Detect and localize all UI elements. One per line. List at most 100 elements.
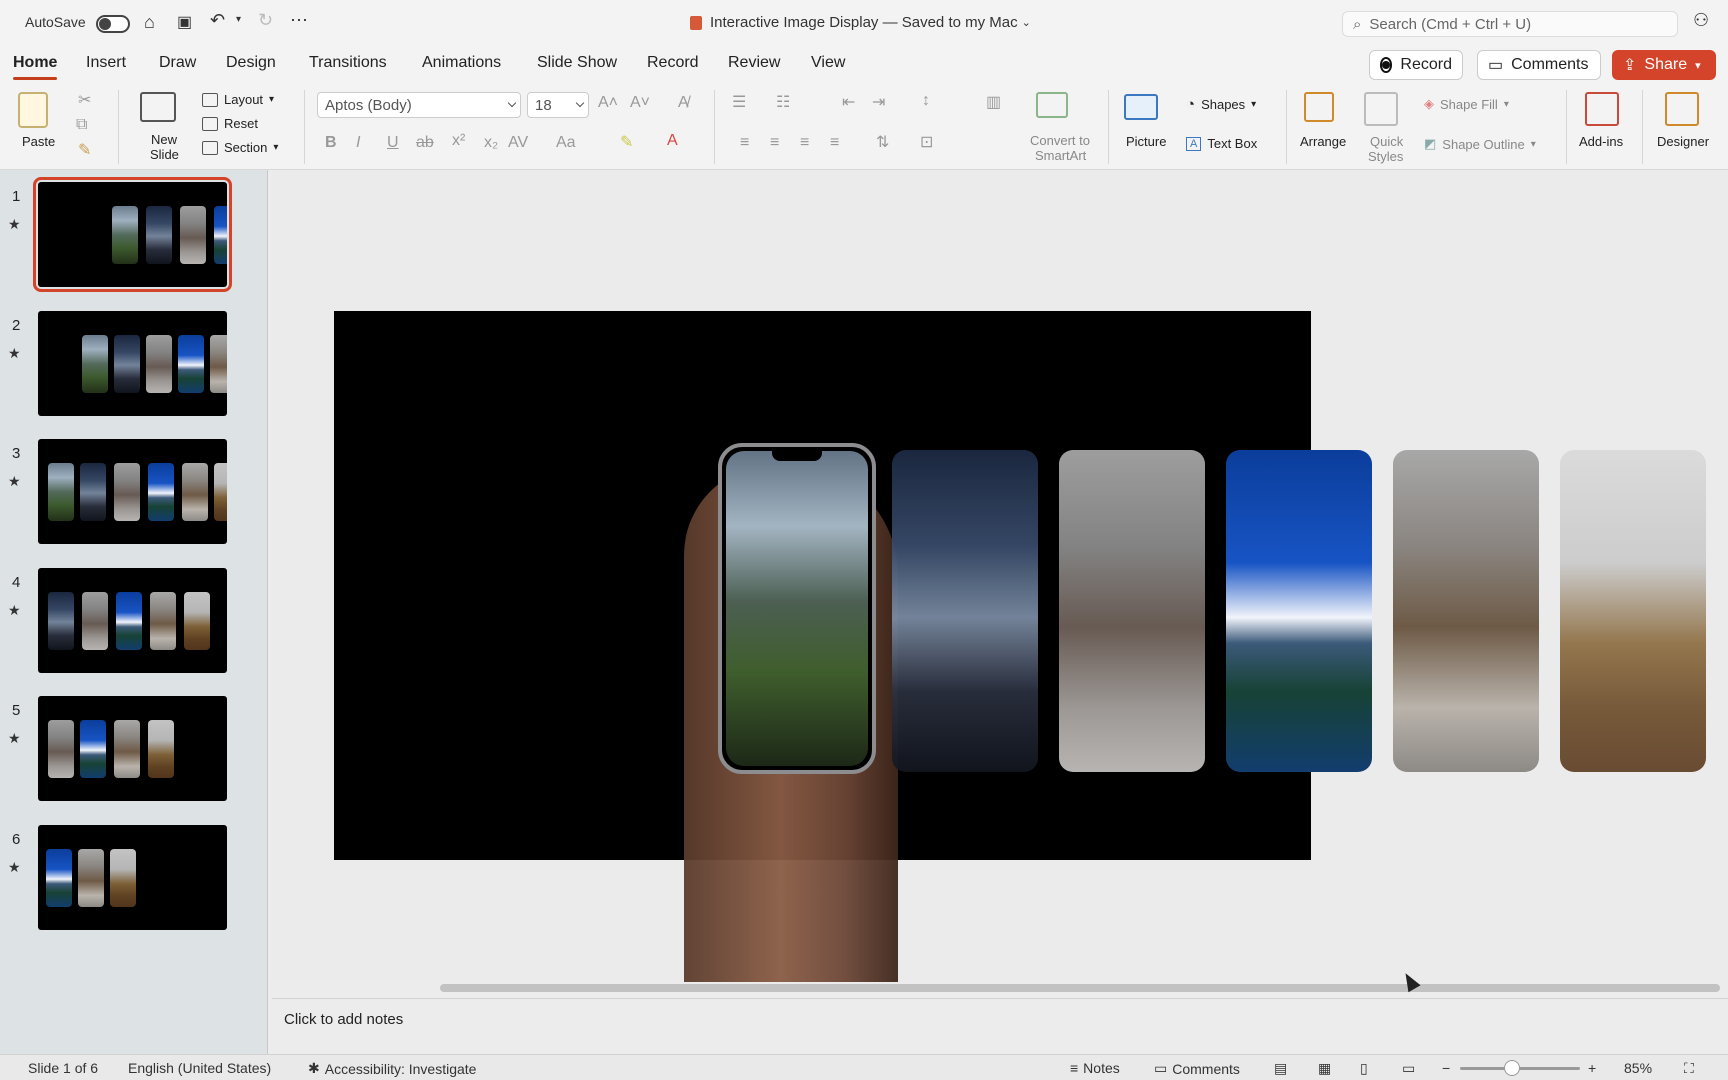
zoom-in-icon[interactable]: + [1588, 1060, 1596, 1076]
add-ins-icon[interactable] [1585, 92, 1619, 126]
phone-screen-alpine [726, 451, 868, 766]
tab-transitions[interactable]: Transitions [309, 54, 387, 72]
chevron-down-icon: ⌄ [1021, 17, 1031, 29]
fit-slide-icon[interactable]: ⛶ [1684, 1060, 1694, 1077]
tab-home[interactable]: Home [13, 54, 58, 80]
line-spacing-icon: ↕ [922, 92, 930, 109]
increase-indent-icon: ⇥ [872, 94, 886, 111]
font-color-icon: A [667, 132, 678, 149]
slide-thumbnail-image [33, 177, 232, 292]
zoom-level[interactable]: 85% [1624, 1060, 1652, 1076]
format-painter-icon[interactable]: ✎ [78, 140, 91, 160]
autosave-toggle[interactable] [96, 15, 130, 33]
photo-monastery[interactable] [1059, 450, 1205, 772]
tab-draw[interactable]: Draw [159, 54, 196, 72]
slide-thumbnail-1[interactable]: 1 ★ [0, 177, 268, 292]
text-direction-icon: ⇅ [876, 134, 890, 151]
slide-thumbnail-image [38, 825, 227, 930]
undo-icon[interactable]: ↶ [210, 10, 225, 31]
increase-font-icon: A˄ [598, 94, 619, 111]
reset-button[interactable]: Reset [202, 116, 258, 131]
section-button[interactable]: Section ▾ [202, 140, 278, 155]
tab-design[interactable]: Design [226, 54, 276, 72]
slide-thumbnail-4[interactable]: 4 ★ [0, 568, 268, 678]
paste-icon[interactable] [18, 92, 48, 128]
notes-button[interactable]: ≡ Notes [1070, 1060, 1120, 1076]
search-input[interactable]: ⌕ Search (Cmd + Ctrl + U) [1342, 11, 1678, 37]
slide-thumbnail-5[interactable]: 5 ★ [0, 696, 268, 806]
more-icon[interactable]: ⋯ [290, 10, 308, 31]
comments-button[interactable]: ▭ Comments [1477, 50, 1601, 80]
reading-view-icon[interactable]: ▯ [1360, 1060, 1368, 1077]
align-right-icon: ≡ [800, 134, 810, 151]
slide-counter: Slide 1 of 6 [28, 1060, 99, 1076]
designer-label: Designer [1657, 134, 1710, 149]
slide-show-icon[interactable]: ▭ [1402, 1060, 1415, 1077]
share-people-icon[interactable]: ⚇ [1693, 10, 1709, 31]
tab-review[interactable]: Review [728, 54, 780, 72]
chevron-down-icon: ▾ [1251, 99, 1257, 110]
record-label: Record [1400, 56, 1452, 73]
ribbon-tabs: Home Insert Draw Design Transitions Anim… [0, 46, 1728, 84]
zoom-slider-handle[interactable] [1504, 1060, 1520, 1076]
quick-styles-label-1: Quick [1370, 134, 1404, 149]
zoom-slider-track[interactable] [1460, 1067, 1580, 1070]
horizontal-scrollbar[interactable] [440, 984, 1720, 992]
slide-thumbnail-3[interactable]: 3 ★ [0, 439, 268, 549]
photo-mount-fuji[interactable] [1226, 450, 1372, 772]
save-icon[interactable]: ▣ [177, 12, 192, 32]
ribbon: Paste ✂ ⧉ ✎ New Slide Layout ▾ Reset Sect… [0, 84, 1728, 170]
new-slide-label-2: Slide [150, 147, 179, 162]
slide-thumbnail-6[interactable]: 6 ★ [0, 825, 268, 935]
comments-status-button[interactable]: ▭ Comments [1154, 1060, 1240, 1077]
font-name-select[interactable]: Aptos (Body) [317, 92, 521, 118]
share-button[interactable]: ⇪ Share ▾ [1612, 50, 1716, 80]
chevron-down-icon: ▾ [273, 142, 279, 153]
accessibility-icon: ✱ [308, 1060, 320, 1076]
smartart-icon [1036, 92, 1068, 118]
accessibility-status[interactable]: ✱ Accessibility: Investigate [308, 1060, 476, 1077]
zoom-out-icon[interactable]: − [1442, 1060, 1450, 1076]
slide-thumbnail-image [38, 311, 227, 416]
record-button[interactable]: Record [1369, 50, 1463, 80]
justify-icon: ≡ [830, 134, 840, 151]
tab-animations[interactable]: Animations [422, 54, 501, 72]
tab-record[interactable]: Record [647, 54, 699, 72]
title-bar: AutoSave ⌂ ▣ ↶ ▾ ↻ ⋯ Interactive Image D… [0, 0, 1728, 46]
slide-number: 3 [12, 445, 21, 462]
tab-slide-show[interactable]: Slide Show [537, 54, 617, 72]
language-status[interactable]: English (United States) [128, 1060, 271, 1076]
autosave-label: AutoSave [25, 14, 86, 30]
slide-sorter-icon[interactable]: ▦ [1318, 1060, 1331, 1077]
designer-icon[interactable] [1665, 92, 1699, 126]
quick-styles-label-2: Styles [1368, 149, 1404, 164]
font-size-select[interactable]: 18 [527, 92, 589, 118]
document-title[interactable]: Interactive Image Display — Saved to my … [690, 14, 1031, 31]
slide-thumbnail-2[interactable]: 2 ★ [0, 311, 268, 421]
slide-number: 5 [12, 702, 21, 719]
share-label: Share [1644, 56, 1688, 73]
notes-pane[interactable]: Click to add notes [272, 998, 1728, 1042]
tab-view[interactable]: View [811, 54, 845, 72]
comment-icon: ▭ [1488, 57, 1504, 74]
home-icon[interactable]: ⌂ [144, 12, 155, 33]
new-slide-icon[interactable] [140, 92, 176, 122]
photo-temple[interactable] [892, 450, 1038, 772]
photo-cliff-house[interactable] [1393, 450, 1539, 772]
picture-icon[interactable] [1124, 94, 1158, 120]
highlight-icon: ✎ [620, 134, 634, 151]
undo-dropdown-icon[interactable]: ▾ [236, 14, 241, 25]
slide-number: 2 [12, 317, 21, 334]
shape-fill-button: ◈ Shape Fill ▾ [1424, 96, 1509, 112]
photo-autumn-forest[interactable] [1560, 450, 1706, 772]
normal-view-icon[interactable]: ▤ [1274, 1060, 1287, 1077]
section-label: Section [224, 140, 268, 155]
text-box-button[interactable]: A Text Box [1186, 136, 1257, 151]
shapes-button[interactable]: ◔ Shapes ▾ [1186, 96, 1256, 113]
bold-icon: B [325, 134, 337, 151]
tab-insert[interactable]: Insert [86, 54, 126, 72]
slide-editor[interactable] [272, 170, 1728, 982]
layout-button[interactable]: Layout ▾ [202, 92, 274, 107]
phone-image[interactable] [718, 443, 876, 774]
arrange-icon[interactable] [1304, 92, 1334, 122]
